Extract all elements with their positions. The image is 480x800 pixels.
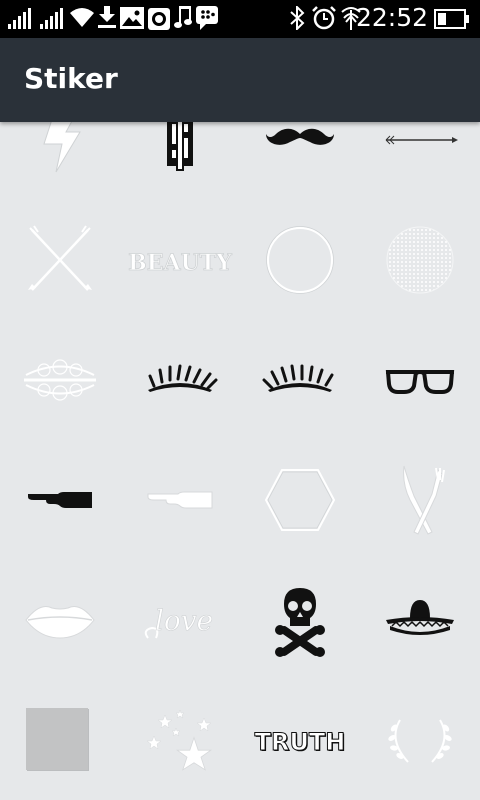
sticker-circle[interactable] bbox=[240, 200, 360, 320]
sticker-mustache[interactable] bbox=[240, 122, 360, 200]
sticker-truth[interactable]: TRUTH TRUTH bbox=[240, 680, 360, 800]
battery-icon bbox=[434, 9, 469, 29]
love-text: love bbox=[155, 604, 213, 637]
signal-icon bbox=[40, 8, 63, 29]
bbm-icon bbox=[196, 6, 218, 30]
sticker-crossed-arrows[interactable] bbox=[0, 200, 120, 320]
truth-text: TRUTH bbox=[255, 728, 346, 756]
app-bar: Stiker bbox=[0, 38, 480, 122]
signal-icon bbox=[8, 8, 31, 29]
sticker-lightning[interactable] bbox=[0, 122, 120, 200]
status-bar: 22:52 bbox=[0, 0, 480, 38]
sticker-dollar[interactable] bbox=[120, 122, 240, 200]
download-icon bbox=[98, 6, 116, 28]
sticker-hand-pointer-white[interactable] bbox=[120, 440, 240, 560]
sticker-gray-square[interactable] bbox=[0, 680, 120, 800]
sticker-lips[interactable] bbox=[0, 560, 120, 680]
sticker-stars[interactable] bbox=[120, 680, 240, 800]
sticker-eyelashes[interactable] bbox=[120, 320, 240, 440]
beauty-text: BEAUTY bbox=[128, 250, 232, 276]
sticker-love[interactable]: love bbox=[120, 560, 240, 680]
sticker-hand-pointer-black[interactable] bbox=[0, 440, 120, 560]
music-icon bbox=[174, 6, 192, 28]
sticker-sombrero[interactable] bbox=[360, 560, 480, 680]
bluetooth-icon bbox=[290, 6, 305, 30]
sticker-grid[interactable]: BEAUTY love TRUTH TRUTH bbox=[0, 122, 480, 800]
sticker-glasses[interactable] bbox=[360, 320, 480, 440]
alarm-icon bbox=[312, 6, 336, 30]
sticker-doily-frame[interactable] bbox=[0, 320, 120, 440]
wifi-icon bbox=[70, 8, 94, 27]
sticker-hexagon[interactable] bbox=[240, 440, 360, 560]
sticker-beauty[interactable]: BEAUTY bbox=[120, 200, 240, 320]
sticker-eyelashes[interactable] bbox=[240, 320, 360, 440]
image-icon bbox=[120, 7, 144, 29]
sticker-knife-fork[interactable] bbox=[360, 440, 480, 560]
camera-icon bbox=[148, 8, 170, 30]
sticker-arrow[interactable] bbox=[360, 122, 480, 200]
clock: 22:52 bbox=[355, 3, 428, 32]
page-title: Stiker bbox=[24, 62, 118, 95]
sticker-laurel[interactable] bbox=[360, 680, 480, 800]
sticker-skull-crossbones[interactable] bbox=[240, 560, 360, 680]
sticker-dotted-circle[interactable] bbox=[360, 200, 480, 320]
